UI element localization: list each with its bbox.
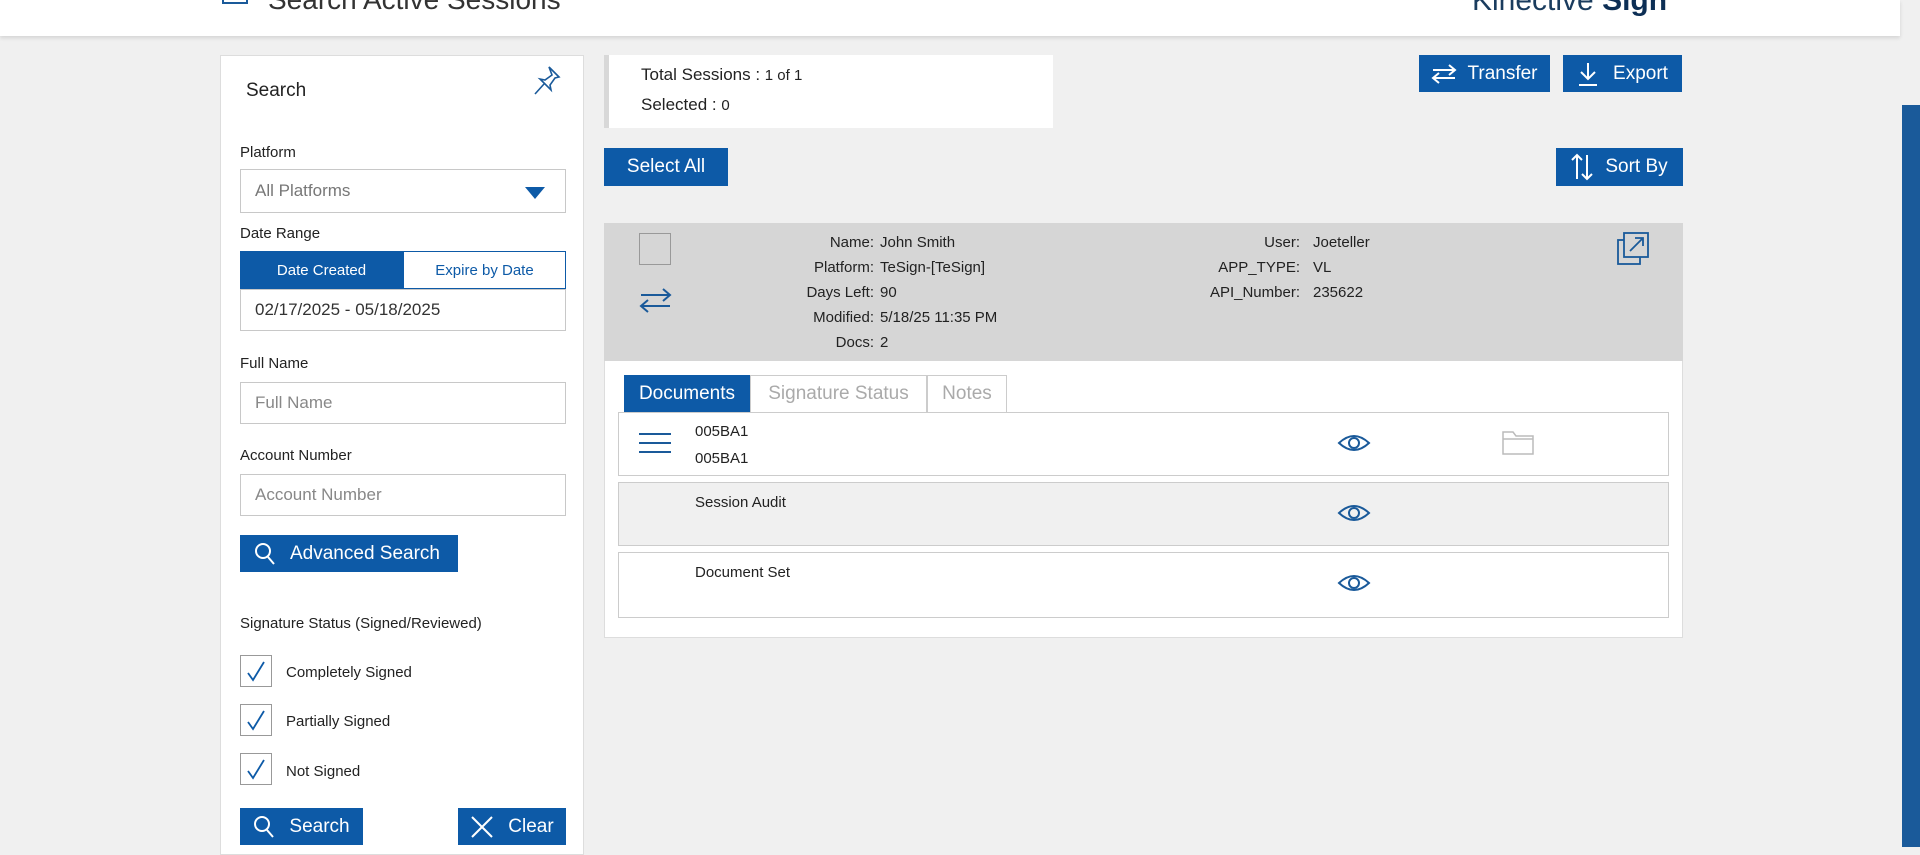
- search-button-label: Search: [289, 815, 350, 837]
- search-icon: [255, 542, 275, 565]
- chevron-down-icon: [525, 187, 545, 199]
- transfer-icon: [1431, 63, 1458, 84]
- session-name-key: Name:: [829, 234, 874, 251]
- open-external-icon[interactable]: [1616, 230, 1650, 271]
- search-sessions-icon: [222, 0, 248, 4]
- sort-icon: [1571, 153, 1594, 181]
- session-modified-value: 5/18/25 11:35 PM: [880, 309, 998, 326]
- search-icon: [254, 815, 275, 838]
- search-button[interactable]: Search: [240, 808, 363, 845]
- document-row: [618, 552, 1669, 618]
- date-created-toggle[interactable]: Date Created: [240, 251, 403, 289]
- selected-count: Selected : 0: [641, 95, 730, 115]
- session-docs-value: 2: [880, 334, 889, 351]
- session-api-number-value: 235622: [1313, 284, 1364, 301]
- total-sessions: Total Sessions : 1 of 1: [641, 65, 802, 85]
- session-app-type-value: VL: [1313, 259, 1332, 276]
- pin-icon[interactable]: [532, 64, 562, 98]
- document-row: [618, 482, 1669, 546]
- tab-signature-status[interactable]: Signature Status: [750, 375, 927, 413]
- date-range-input[interactable]: 02/17/2025 - 05/18/2025: [240, 289, 566, 331]
- full-name-placeholder: Full Name: [255, 393, 333, 412]
- folder-icon[interactable]: [1501, 428, 1535, 461]
- checkmark-icon: [247, 759, 265, 780]
- session-select-checkbox[interactable]: [639, 233, 671, 265]
- select-all-button[interactable]: Select All: [604, 148, 728, 186]
- signature-status-label: Signature Status (Signed/Reviewed): [240, 615, 482, 632]
- clear-button[interactable]: Clear: [458, 808, 566, 845]
- selected-label: Selected :: [641, 95, 722, 114]
- document-name: 005BA1: [695, 423, 749, 440]
- document-set-name: Document Set: [695, 564, 791, 581]
- document-subname: 005BA1: [695, 450, 749, 467]
- advanced-search-button[interactable]: Advanced Search: [240, 535, 458, 572]
- session-user-value: Joeteller: [1313, 234, 1370, 251]
- partially-signed-checkbox[interactable]: [240, 704, 272, 736]
- session-platform-value: TeSign-[TeSign]: [880, 259, 986, 276]
- selected-value: 0: [721, 97, 730, 114]
- session-api-number-key: API_Number:: [1209, 284, 1300, 301]
- page-title: Search Active Sessions: [268, 0, 561, 16]
- tab-notes[interactable]: Notes: [927, 375, 1007, 413]
- session-modified-key: Modified:: [813, 309, 874, 326]
- completely-signed-checkbox[interactable]: [240, 655, 272, 687]
- date-range-value: 02/17/2025 - 05/18/2025: [255, 300, 441, 319]
- search-panel-title: Search: [246, 80, 307, 101]
- menu-icon[interactable]: [639, 432, 671, 459]
- checkmark-icon: [247, 710, 265, 731]
- full-name-label: Full Name: [240, 355, 309, 372]
- partially-signed-label: Partially Signed: [286, 713, 391, 730]
- transfer-label: Transfer: [1467, 62, 1538, 84]
- export-button[interactable]: Export: [1563, 55, 1682, 92]
- view-eye-icon[interactable]: [1337, 502, 1371, 529]
- account-number-placeholder: Account Number: [255, 485, 382, 504]
- session-audit-name: Session Audit: [695, 494, 786, 511]
- not-signed-label: Not Signed: [286, 763, 361, 780]
- total-sessions-value: 1 of 1: [764, 67, 803, 84]
- sort-by-button[interactable]: Sort By: [1556, 148, 1683, 186]
- session-platform-key: Platform:: [813, 259, 874, 276]
- session-days-left-key: Days Left:: [806, 284, 874, 301]
- platform-select[interactable]: All Platforms: [240, 169, 566, 213]
- session-docs-key: Docs:: [835, 334, 874, 351]
- export-label: Export: [1613, 62, 1668, 84]
- session-days-left-value: 90: [880, 284, 897, 301]
- view-eye-icon[interactable]: [1337, 432, 1371, 459]
- advanced-search-label: Advanced Search: [290, 542, 440, 564]
- brand-logo: Kinective Sign: [1472, 0, 1667, 18]
- transfer-button[interactable]: Transfer: [1419, 55, 1550, 92]
- completely-signed-label: Completely Signed: [286, 664, 412, 681]
- checkmark-icon: [247, 661, 265, 682]
- full-name-input[interactable]: Full Name: [240, 382, 566, 424]
- account-number-label: Account Number: [240, 447, 352, 464]
- view-eye-icon[interactable]: [1337, 572, 1371, 599]
- date-range-label: Date Range: [240, 225, 321, 242]
- expire-by-date-toggle[interactable]: Expire by Date: [403, 251, 566, 289]
- brand-bold: Sign: [1602, 0, 1668, 17]
- clear-button-label: Clear: [508, 815, 554, 837]
- account-number-input[interactable]: Account Number: [240, 474, 566, 516]
- platform-select-value: All Platforms: [255, 181, 351, 200]
- platform-label: Platform: [240, 144, 296, 161]
- session-transfer-icon[interactable]: [639, 287, 673, 318]
- close-icon: [471, 815, 494, 838]
- not-signed-checkbox[interactable]: [240, 753, 272, 785]
- total-sessions-label: Total Sessions :: [641, 65, 765, 84]
- tab-documents[interactable]: Documents: [624, 375, 750, 413]
- download-icon: [1579, 62, 1598, 86]
- session-name-value: John Smith: [880, 234, 956, 251]
- session-app-type-key: APP_TYPE:: [1218, 259, 1300, 276]
- brand-light: Kinective: [1472, 0, 1603, 17]
- session-user-key: User:: [1264, 234, 1300, 251]
- page-scrollbar[interactable]: [1902, 105, 1920, 847]
- sort-by-label: Sort By: [1605, 156, 1668, 177]
